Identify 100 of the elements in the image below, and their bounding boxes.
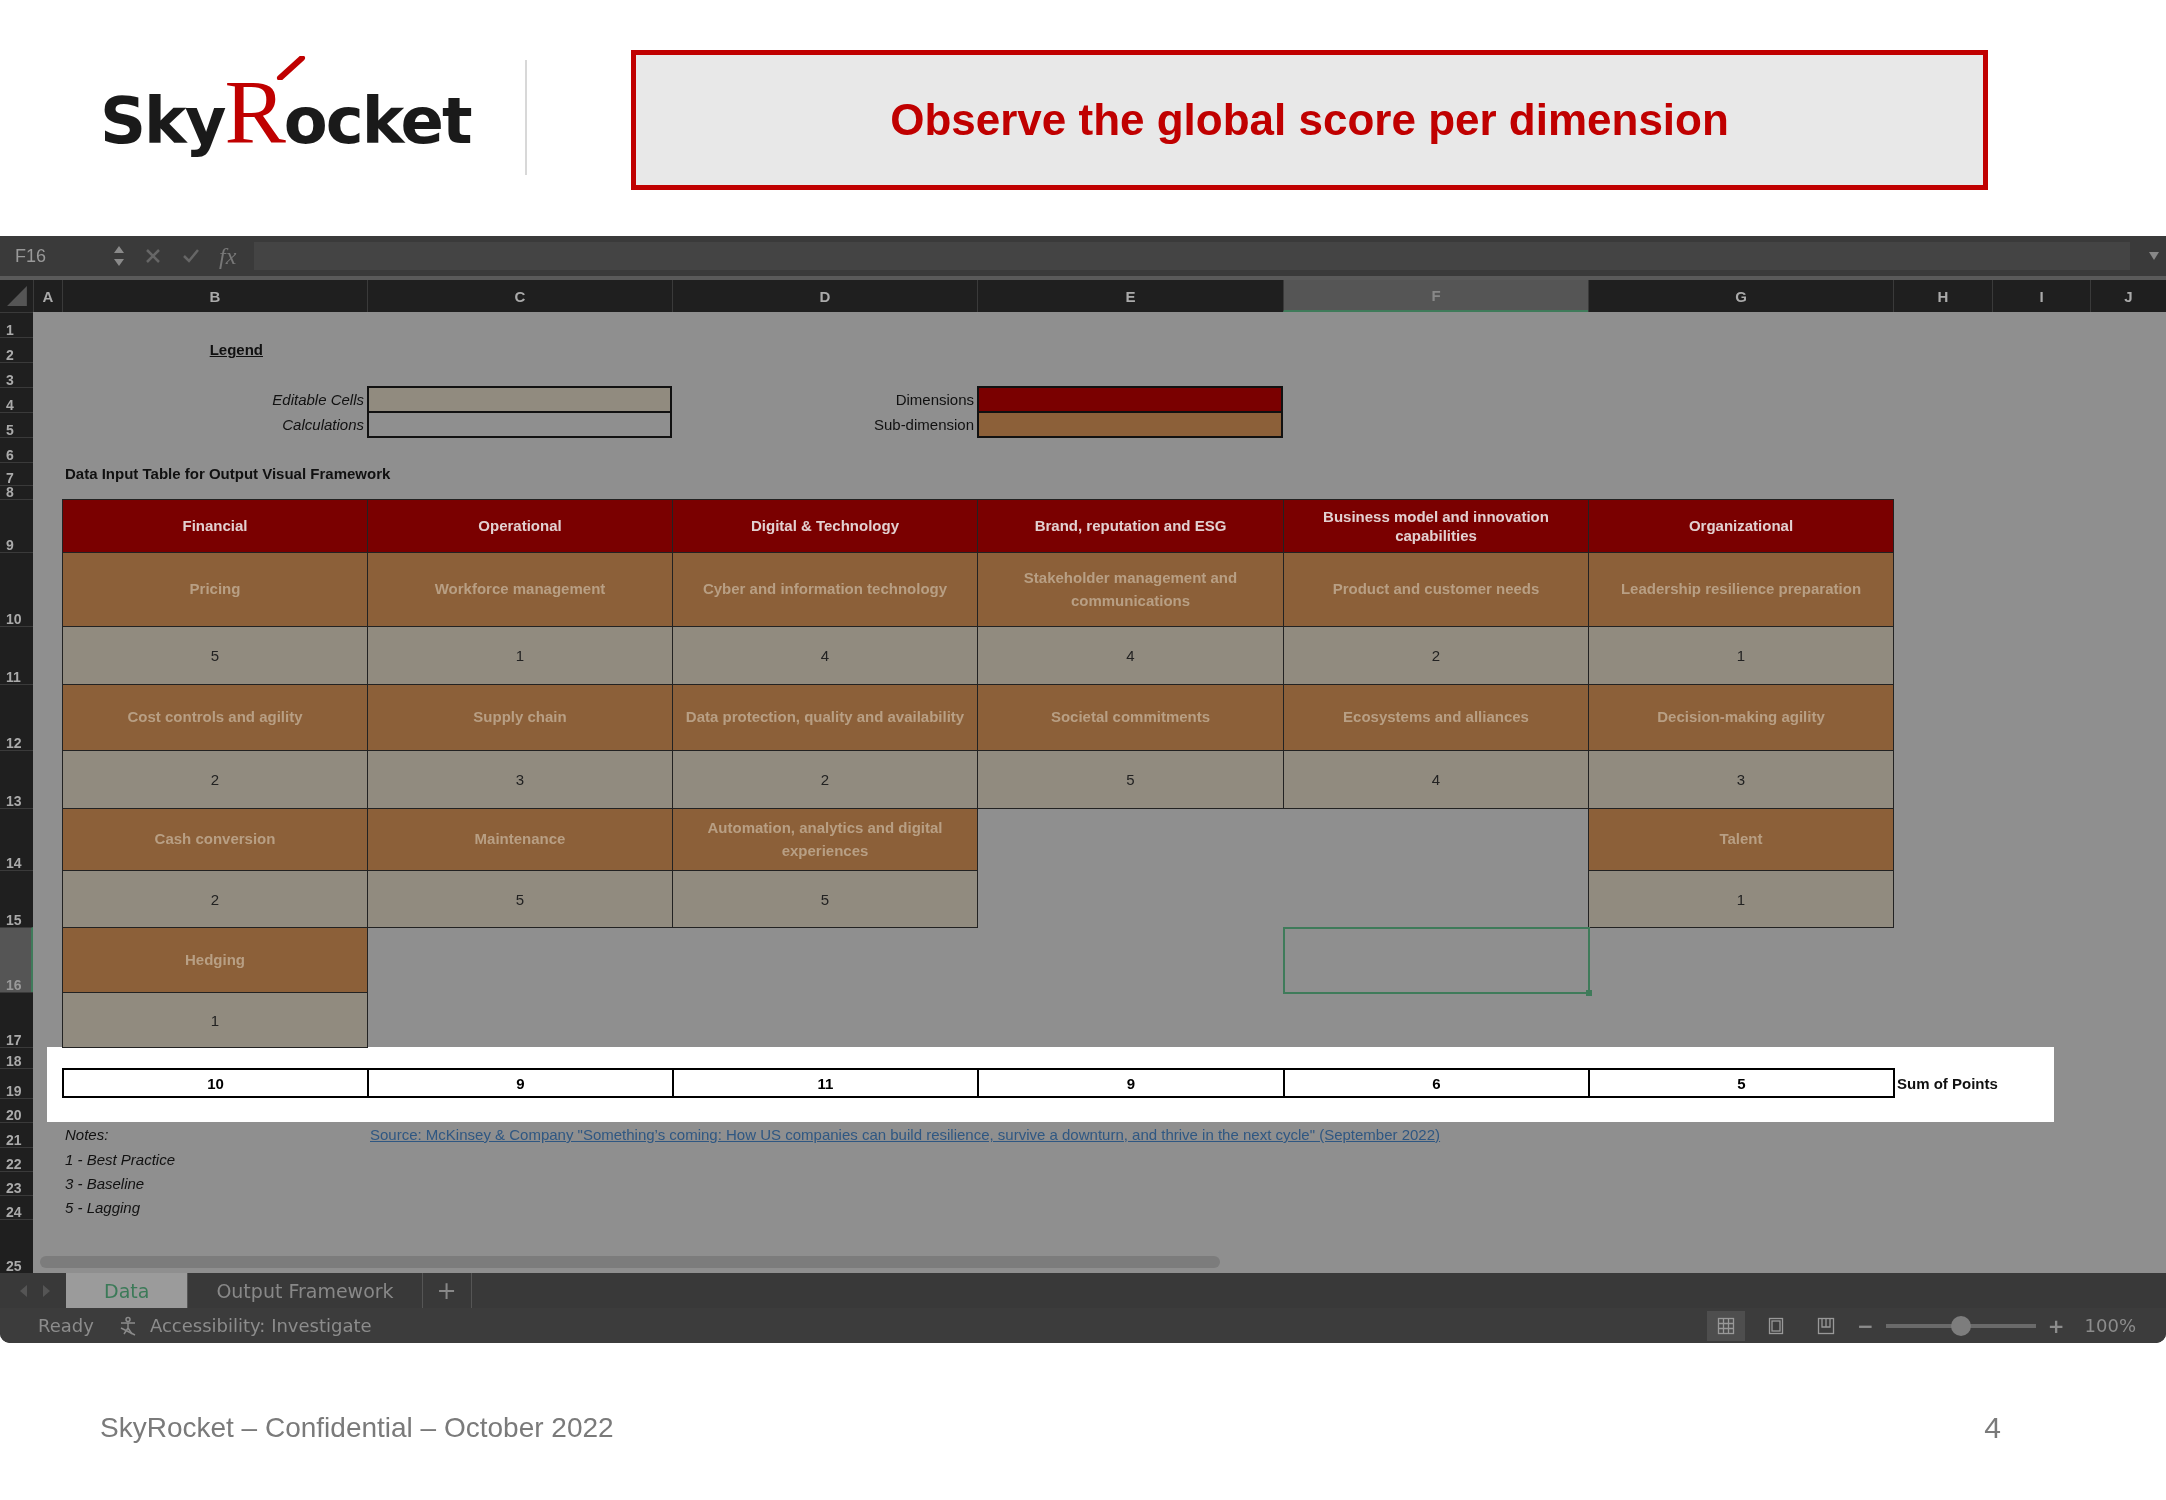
footer-text: SkyRocket – Confidential – October 2022 — [100, 1412, 614, 1444]
row-header[interactable]: 10 — [0, 552, 33, 626]
note-text: 3 - Baseline — [64, 1174, 146, 1192]
subdimension-cell: Stakeholder management and communications — [977, 552, 1284, 627]
row-header[interactable]: 23 — [0, 1171, 33, 1195]
score-cell[interactable]: 2 — [672, 750, 978, 809]
score-cell[interactable]: 5 — [62, 626, 368, 685]
column-header[interactable]: E — [977, 280, 1283, 312]
sum-cell: 9 — [977, 1068, 1285, 1098]
row-header[interactable]: 9 — [0, 499, 33, 552]
column-header[interactable]: A — [33, 280, 62, 312]
subdimension-cell: Leadership resilience preparation — [1588, 552, 1894, 627]
subdimension-cell: Product and customer needs — [1283, 552, 1589, 627]
dimension-header: Digital & Technology — [672, 499, 978, 553]
row-header[interactable]: 8 — [0, 485, 33, 499]
dimension-header: Organizational — [1588, 499, 1894, 553]
dimension-header: Business model and innovation capabilities — [1283, 499, 1589, 553]
score-cell[interactable]: 1 — [1588, 870, 1894, 928]
score-cell[interactable]: 4 — [977, 626, 1284, 685]
score-cell[interactable]: 2 — [62, 750, 368, 809]
zoom-level: 100% — [2084, 1315, 2136, 1336]
subdimension-cell: Workforce management — [367, 552, 673, 627]
score-cell[interactable]: 5 — [367, 870, 673, 928]
score-cell[interactable]: 4 — [672, 626, 978, 685]
column-header[interactable]: D — [672, 280, 977, 312]
row-header[interactable]: 3 — [0, 362, 33, 387]
column-header[interactable]: I — [1992, 280, 2090, 312]
score-cell[interactable]: 5 — [672, 870, 978, 928]
score-cell[interactable]: 3 — [1588, 750, 1894, 809]
score-cell[interactable]: 2 — [1283, 626, 1589, 685]
dropdown-icon[interactable] — [2148, 251, 2160, 261]
row-header[interactable]: 7 — [0, 462, 33, 485]
row-header[interactable]: 1 — [0, 312, 33, 337]
right-arrow-icon[interactable] — [42, 1283, 52, 1298]
subdimension-cell: Maintenance — [367, 808, 673, 871]
score-cell[interactable]: 3 — [367, 750, 673, 809]
row-header[interactable]: 2 — [0, 337, 33, 362]
dimension-header: Financial — [62, 499, 368, 553]
row-header[interactable]: 6 — [0, 437, 33, 462]
row-header[interactable]: 19 — [0, 1068, 33, 1098]
sum-cell: 11 — [672, 1068, 979, 1098]
row-header[interactable]: 21 — [0, 1122, 33, 1147]
column-header[interactable]: C — [367, 280, 672, 312]
score-cell[interactable]: 2 — [62, 870, 368, 928]
row-header[interactable]: 14 — [0, 808, 33, 870]
score-cell[interactable]: 1 — [62, 992, 368, 1048]
subdimension-cell: Hedging — [62, 927, 368, 993]
subdimension-cell: Cyber and information technology — [672, 552, 978, 627]
row-header[interactable]: 11 — [0, 626, 33, 684]
row-header[interactable]: 15 — [0, 870, 33, 927]
slide-title: Observe the global score per dimension — [631, 50, 1988, 190]
legend-label: Editable Cells — [272, 391, 365, 408]
row-header[interactable]: 25 — [0, 1219, 33, 1273]
row-header[interactable]: 20 — [0, 1098, 33, 1122]
legend-label: Calculations — [282, 416, 365, 433]
row-header[interactable]: 18 — [0, 1047, 33, 1068]
legend-heading: Legend — [209, 341, 263, 358]
subdimension-cell: Cost controls and agility — [62, 684, 368, 751]
subdimension-cell: Pricing — [62, 552, 368, 627]
row-header[interactable]: 12 — [0, 684, 33, 750]
score-cell[interactable]: 1 — [367, 626, 673, 685]
page-number: 4 — [1984, 1411, 2001, 1445]
sum-cell: 9 — [367, 1068, 674, 1098]
subdimension-cell: Supply chain — [367, 684, 673, 751]
grid-view-icon[interactable] — [1707, 1310, 1745, 1341]
column-header[interactable]: J — [2090, 280, 2166, 312]
sum-cell: 10 — [62, 1068, 369, 1098]
row-header[interactable]: 13 — [0, 750, 33, 808]
stepper-icon[interactable] — [113, 244, 125, 268]
row-header[interactable]: 22 — [0, 1147, 33, 1171]
table-title: Data Input Table for Output Visual Framework — [64, 465, 392, 482]
score-cell[interactable]: 4 — [1283, 750, 1589, 809]
logo: SkyRocket — [100, 40, 480, 171]
legend-label: Dimensions — [895, 391, 975, 408]
note-text: Notes: — [64, 1126, 110, 1143]
column-header[interactable]: B — [62, 280, 367, 312]
status-text: Ready — [38, 1315, 94, 1336]
subdimension-cell: Ecosystems and alliances — [1283, 684, 1589, 751]
dimension-header: Operational — [367, 499, 673, 553]
row-header[interactable]: 17 — [0, 992, 33, 1047]
legend-label: Sub-dimension — [873, 416, 975, 433]
row-header[interactable]: 4 — [0, 387, 33, 412]
subdimension-cell: Talent — [1588, 808, 1894, 871]
score-cell[interactable]: 1 — [1588, 626, 1894, 685]
subdimension-cell: Automation, analytics and digital experiences — [672, 808, 978, 871]
note-text: 5 - Lagging — [64, 1198, 142, 1216]
subdimension-cell: Decision-making agility — [1588, 684, 1894, 751]
subdimension-cell: Societal commitments — [977, 684, 1284, 751]
column-header[interactable]: G — [1588, 280, 1893, 312]
select-all-icon[interactable] — [5, 285, 28, 307]
dimension-header: Brand, reputation and ESG — [977, 499, 1284, 553]
row-header[interactable]: 5 — [0, 412, 33, 437]
score-cell[interactable]: 5 — [977, 750, 1284, 809]
sum-cell: 5 — [1588, 1068, 1895, 1098]
left-arrow-icon[interactable] — [18, 1283, 28, 1298]
sum-cell: 6 — [1283, 1068, 1590, 1098]
row-header[interactable]: 24 — [0, 1195, 33, 1219]
column-header[interactable]: H — [1893, 280, 1992, 312]
name-box[interactable]: F16 — [15, 245, 95, 267]
note-text: 1 - Best Practice — [64, 1150, 177, 1168]
